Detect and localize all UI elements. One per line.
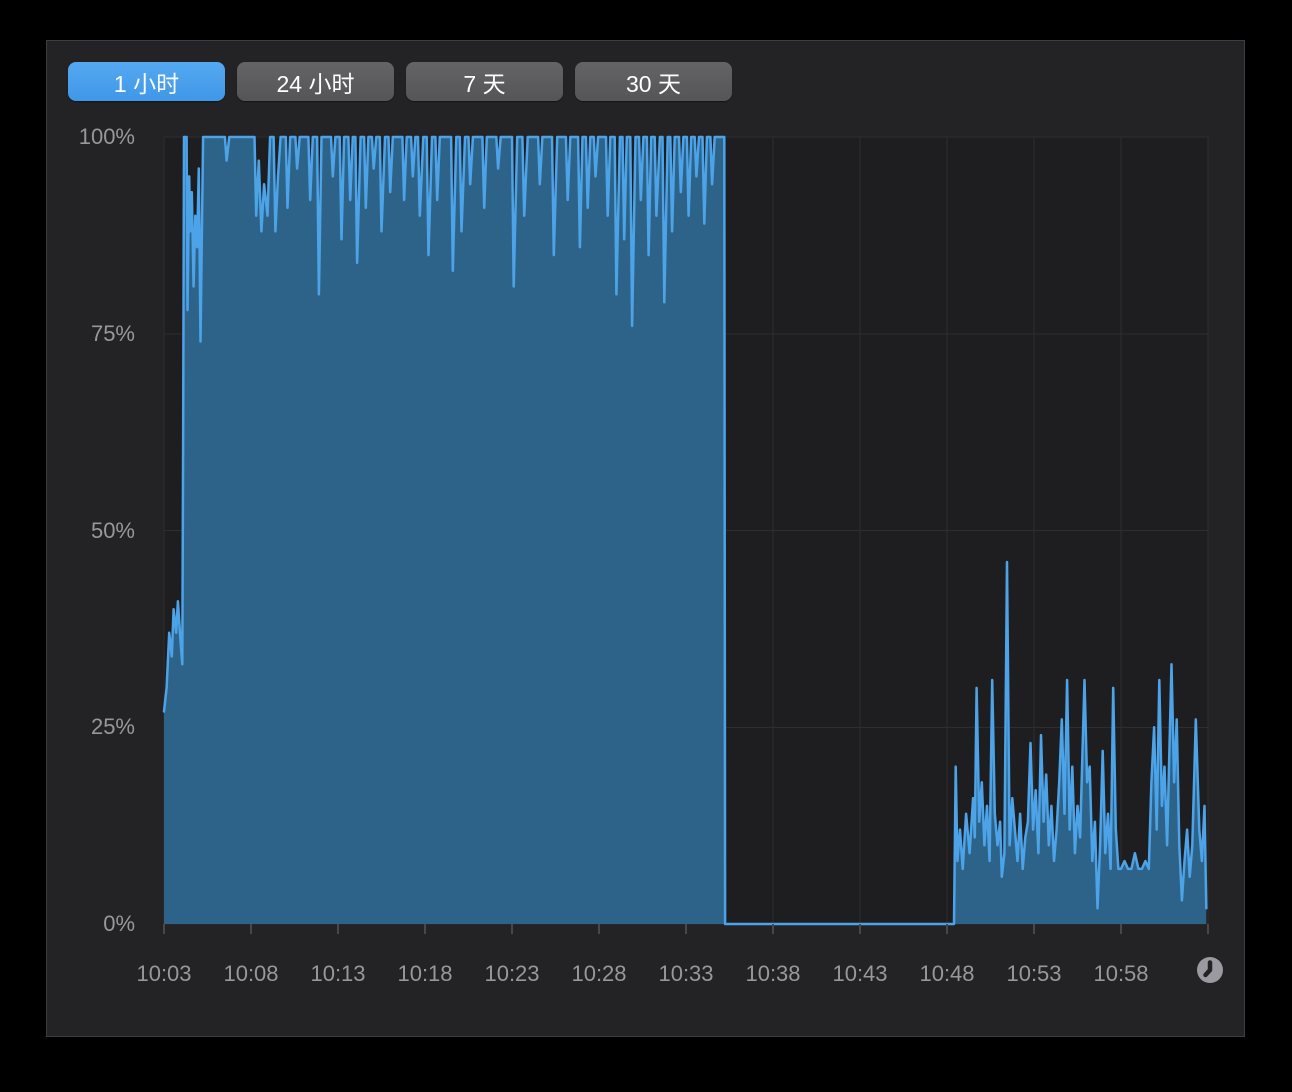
plot-area bbox=[162, 135, 1209, 926]
x-axis-label-10-58: 10:58 bbox=[1093, 961, 1149, 986]
time-range-button-1h[interactable]: 1 小时 bbox=[68, 62, 225, 101]
x-axis-label-10-23: 10:23 bbox=[484, 961, 540, 986]
time-range-selector: 1 小时 24 小时 7 天 30 天 bbox=[68, 62, 732, 101]
x-tick-mark bbox=[163, 924, 165, 934]
usage-area-chart bbox=[162, 135, 1209, 926]
x-tick-mark bbox=[772, 924, 774, 934]
x-axis-label-10-48: 10:48 bbox=[919, 961, 975, 986]
x-axis-label-10-53: 10:53 bbox=[1006, 961, 1062, 986]
x-axis-label-10-03: 10:03 bbox=[136, 961, 192, 986]
x-tick-mark bbox=[424, 924, 426, 934]
y-axis-label-100: 100% bbox=[78, 124, 135, 149]
time-range-button-24h[interactable]: 24 小时 bbox=[237, 62, 394, 101]
x-tick-mark bbox=[1120, 924, 1122, 934]
x-tick-mark bbox=[598, 924, 600, 934]
y-axis-label-75: 75% bbox=[90, 320, 135, 346]
x-axis-label-10-33: 10:33 bbox=[658, 961, 714, 986]
x-axis-label-10-08: 10:08 bbox=[223, 961, 279, 986]
x-tick-mark bbox=[250, 924, 252, 934]
x-tick-mark bbox=[1033, 924, 1035, 934]
x-tick-mark bbox=[859, 924, 861, 934]
x-axis-label-10-18: 10:18 bbox=[397, 961, 453, 986]
x-tick-mark bbox=[337, 924, 339, 934]
x-axis-label-10-13: 10:13 bbox=[310, 961, 366, 986]
time-range-button-30d[interactable]: 30 天 bbox=[575, 62, 732, 101]
y-axis-label-0: 0% bbox=[103, 911, 135, 936]
y-axis-label-50: 50% bbox=[90, 517, 135, 543]
time-range-button-7d[interactable]: 7 天 bbox=[406, 62, 563, 101]
x-axis-label-10-38: 10:38 bbox=[745, 961, 801, 986]
x-tick-mark bbox=[946, 924, 948, 934]
app-window: 1 小时 24 小时 7 天 30 天 0% 25% 50% 75% 100% 10:03 10… bbox=[0, 0, 1292, 1092]
x-axis-label-10-43: 10:43 bbox=[832, 961, 888, 986]
y-axis-label-25: 25% bbox=[90, 714, 135, 740]
x-tick-mark bbox=[511, 924, 513, 934]
x-tick-mark bbox=[685, 924, 687, 934]
x-tick-mark bbox=[1207, 924, 1209, 934]
clock-icon[interactable] bbox=[1196, 956, 1224, 984]
usage-chart-panel: 1 小时 24 小时 7 天 30 天 0% 25% 50% 75% 100% 10:03 10… bbox=[46, 40, 1245, 1037]
x-axis-label-10-28: 10:28 bbox=[571, 961, 627, 986]
